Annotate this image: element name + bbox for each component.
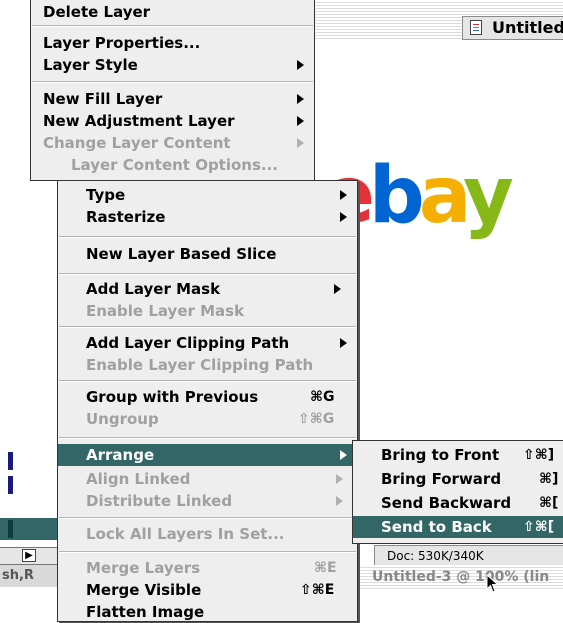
layer-menu: Delete Layer Layer Properties... Layer S… <box>30 0 315 181</box>
layer-edge-mark <box>8 520 13 538</box>
menu-item-label: Layer Properties... <box>43 34 201 52</box>
menu-item-label: New Fill Layer <box>43 90 163 108</box>
menu-item-label: Add Layer Clipping Path <box>86 334 290 352</box>
menu-item-label: Rasterize <box>86 208 166 226</box>
menu-separator <box>59 326 356 328</box>
menu-item-bring-to-front[interactable]: Bring to Front ⇧⌘] <box>353 444 563 466</box>
menu-item-add-layer-mask[interactable]: Add Layer Mask <box>58 278 357 300</box>
menu-item-distribute-linked[interactable]: Distribute Linked <box>58 490 357 512</box>
menu-item-shortcut: ⇧⌘[ <box>523 519 555 535</box>
menu-separator <box>59 517 356 519</box>
menu-item-delete-layer[interactable]: Delete Layer <box>31 1 314 23</box>
menu-item-send-to-back[interactable]: Send to Back ⇧⌘[ <box>353 516 563 538</box>
menu-separator <box>32 25 313 27</box>
menu-item-shortcut: ⇧⌘E <box>300 582 335 598</box>
menu-item-layer-properties[interactable]: Layer Properties... <box>31 32 314 54</box>
menu-item-shortcut: ⌘[ <box>539 495 559 511</box>
menu-item-rasterize[interactable]: Rasterize <box>58 206 357 228</box>
menu-item-label: Delete Layer <box>43 3 151 21</box>
menu-item-label: Arrange <box>86 446 155 464</box>
menu-separator <box>59 236 356 238</box>
menu-separator <box>59 380 356 382</box>
menu-item-label: Merge Visible <box>86 581 202 599</box>
menu-item-label: Group with Previous <box>86 388 259 406</box>
menu-separator <box>59 551 356 553</box>
menu-item-label: Lock All Layers In Set... <box>86 525 285 543</box>
menu-item-flatten-image[interactable]: Flatten Image <box>58 601 357 623</box>
menu-item-layer-content-options[interactable]: Layer Content Options... <box>31 154 314 176</box>
menu-item-label: Send to Back <box>381 518 492 536</box>
background-window-title[interactable]: Untitled-3 @ 100% (lin <box>360 565 563 589</box>
submenu-arrow-icon <box>334 284 341 294</box>
menu-item-label: Layer Style <box>43 56 138 74</box>
doc-size-status: Doc: 530K/340K <box>374 545 563 565</box>
menu-separator <box>59 273 356 275</box>
menu-item-bring-forward[interactable]: Bring Forward ⌘] <box>353 468 563 490</box>
layer-edge-mark <box>8 452 13 470</box>
menu-item-label: Send Backward <box>381 494 512 512</box>
menu-item-label: New Layer Based Slice <box>86 245 277 263</box>
document-icon <box>470 20 482 35</box>
menu-item-label: Bring Forward <box>381 470 502 488</box>
menu-separator <box>32 81 313 83</box>
menu-item-ungroup[interactable]: Ungroup ⇧⌘G <box>58 408 357 430</box>
menu-item-label: Change Layer Content <box>43 134 231 152</box>
mouse-pointer-icon <box>486 574 499 593</box>
submenu-arrow-icon <box>340 190 347 200</box>
menu-item-shortcut: ⇧⌘] <box>523 447 555 463</box>
menu-item-arrange[interactable]: Arrange <box>58 444 357 466</box>
menu-item-enable-layer-clipping-path[interactable]: Enable Layer Clipping Path <box>58 354 357 376</box>
menu-item-label: Ungroup <box>86 410 159 428</box>
menu-item-label: Align Linked <box>86 470 191 488</box>
submenu-arrow-icon <box>336 496 343 506</box>
menu-item-label: Enable Layer Clipping Path <box>86 356 314 374</box>
arrange-submenu: Bring to Front ⇧⌘] Bring Forward ⌘] Send… <box>352 440 563 544</box>
menu-item-new-fill-layer[interactable]: New Fill Layer <box>31 88 314 110</box>
horizontal-scrollbar[interactable]: ▶ <box>0 547 60 565</box>
menu-item-group-with-previous[interactable]: Group with Previous ⌘G <box>58 386 357 408</box>
menu-item-add-layer-clipping-path[interactable]: Add Layer Clipping Path <box>58 332 357 354</box>
menu-item-label: Distribute Linked <box>86 492 233 510</box>
menu-item-shortcut: ⌘E <box>314 560 337 576</box>
submenu-arrow-icon <box>297 138 304 148</box>
menu-item-lock-all-layers-in-set[interactable]: Lock All Layers In Set... <box>58 523 357 545</box>
menu-item-shortcut: ⇧⌘G <box>298 411 335 427</box>
menu-item-label: Add Layer Mask <box>86 280 221 298</box>
layer-edge-mark <box>8 476 13 494</box>
menu-item-type[interactable]: Type <box>58 184 357 206</box>
submenu-arrow-icon <box>340 338 347 348</box>
menu-item-label: Enable Layer Mask <box>86 302 245 320</box>
menu-item-label: Type <box>86 186 126 204</box>
menu-item-enable-layer-mask[interactable]: Enable Layer Mask <box>58 300 357 322</box>
left-window-status: sh,R <box>0 565 62 587</box>
submenu-arrow-icon <box>297 116 304 126</box>
menu-item-label: New Adjustment Layer <box>43 112 235 130</box>
menu-item-label: Bring to Front <box>381 446 500 464</box>
window-title: Untitled <box>492 18 563 37</box>
submenu-arrow-icon <box>340 450 347 460</box>
menu-item-send-backward[interactable]: Send Backward ⌘[ <box>353 492 563 514</box>
menu-item-label: Layer Content Options... <box>71 156 279 174</box>
menu-item-new-adjustment-layer[interactable]: New Adjustment Layer <box>31 110 314 132</box>
menu-item-merge-visible[interactable]: Merge Visible ⇧⌘E <box>58 579 357 601</box>
menu-item-merge-layers[interactable]: Merge Layers ⌘E <box>58 557 357 579</box>
menu-item-change-layer-content[interactable]: Change Layer Content <box>31 132 314 154</box>
menu-item-align-linked[interactable]: Align Linked <box>58 468 357 490</box>
submenu-arrow-icon <box>336 474 343 484</box>
menu-item-label: Merge Layers <box>86 559 201 577</box>
menu-item-shortcut: ⌘G <box>310 389 335 405</box>
submenu-arrow-icon <box>340 212 347 222</box>
menu-item-label: Flatten Image <box>86 603 205 621</box>
submenu-arrow-icon <box>297 94 304 104</box>
menu-item-shortcut: ⌘] <box>539 471 559 487</box>
submenu-arrow-icon <box>297 60 304 70</box>
menu-item-new-layer-based-slice[interactable]: New Layer Based Slice <box>58 243 357 265</box>
scroll-right-arrow-icon[interactable]: ▶ <box>22 549 36 562</box>
layer-submenu: Type Rasterize New Layer Based Slice Add… <box>57 180 358 622</box>
document-title-bar[interactable]: Untitled <box>312 0 563 40</box>
menu-separator <box>59 437 356 439</box>
menu-item-layer-style[interactable]: Layer Style <box>31 54 314 76</box>
